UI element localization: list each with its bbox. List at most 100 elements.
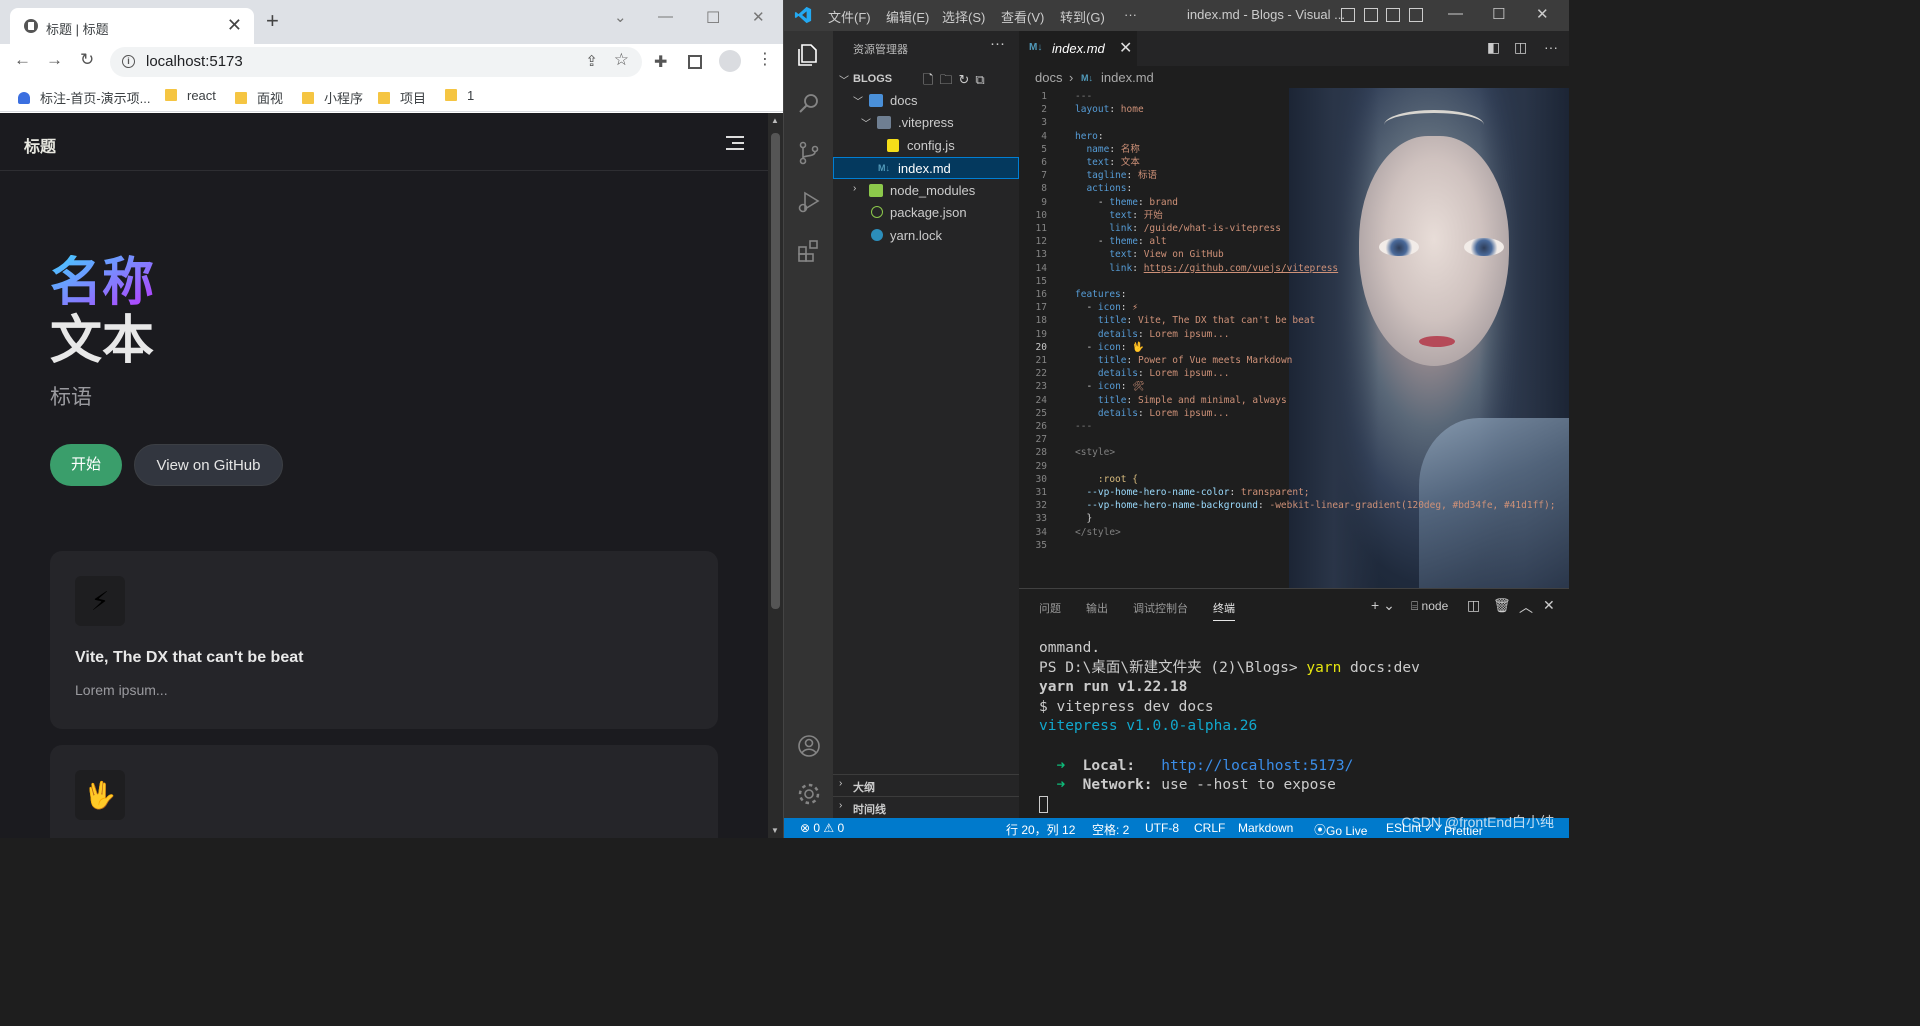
line-number: 35	[1035, 539, 1047, 551]
end-of-line[interactable]: CRLF	[1194, 821, 1225, 835]
tree-folder-vitepress[interactable]: ﹀ .vitepress	[833, 112, 1019, 134]
folder-open-icon	[877, 116, 891, 129]
close-panel-icon[interactable]: ✕	[1543, 597, 1555, 614]
new-tab-button[interactable]: +	[266, 8, 279, 34]
terminal-output[interactable]: ommand. PS D:\桌面\新建文件夹 (2)\Blogs> yarn d…	[1039, 639, 1420, 816]
split-terminal-icon[interactable]: ◫	[1467, 597, 1480, 614]
extensions-puzzle-icon[interactable]: ✚	[654, 52, 667, 72]
profile-avatar-icon[interactable]	[719, 50, 741, 72]
folder-icon	[869, 184, 883, 197]
tab-debug-console[interactable]: 调试控制台	[1133, 600, 1188, 616]
close-tab-icon[interactable]: ✕	[1119, 38, 1132, 58]
menu-more[interactable]: ···	[1124, 7, 1137, 22]
menu-file[interactable]: 文件(F)	[828, 7, 871, 26]
toggle-panel-icon[interactable]	[1364, 8, 1378, 22]
close-tab-icon[interactable]: ✕	[227, 15, 242, 36]
run-debug-icon[interactable]	[796, 189, 822, 215]
share-icon[interactable]: ⇪	[585, 52, 598, 70]
local-url-link[interactable]: http://localhost:5173/	[1161, 758, 1353, 774]
tree-file-config[interactable]: config.js	[833, 135, 1019, 157]
address-bar[interactable]: i localhost:5173 ⇪ ☆	[110, 47, 642, 77]
site-title[interactable]: 标题	[24, 133, 56, 157]
tab-search-icon[interactable]: ⌄	[614, 8, 627, 26]
extensions-icon[interactable]	[796, 238, 822, 264]
outline-section[interactable]: › 大纲	[833, 774, 1019, 796]
terminal-shell-dropdown[interactable]: ⌸ node	[1411, 599, 1448, 614]
browser-tab[interactable]: 标题 | 标题 ✕	[10, 8, 254, 44]
menu-edit[interactable]: 编辑(E)	[886, 7, 929, 26]
minimize-button[interactable]: —	[1448, 5, 1463, 22]
bookmark-folder[interactable]: 小程序	[302, 88, 363, 107]
maximize-panel-icon[interactable]: ︿	[1519, 597, 1533, 617]
line-number: 7	[1041, 170, 1047, 182]
editor-more-icon[interactable]: ···	[1544, 39, 1558, 55]
menu-go[interactable]: 转到(G)	[1060, 7, 1105, 26]
side-panel-icon[interactable]	[688, 55, 702, 69]
timeline-section[interactable]: › 时间线	[833, 796, 1019, 818]
maximize-button[interactable]: ☐	[706, 8, 720, 28]
encoding[interactable]: UTF-8	[1145, 821, 1179, 835]
line-number: 11	[1035, 223, 1047, 234]
bookmark-folder[interactable]: 项目	[378, 88, 426, 107]
menu-kebab-icon[interactable]: ⋮	[757, 49, 773, 69]
tree-folder-node-modules[interactable]: › node_modules	[833, 180, 1019, 202]
search-icon[interactable]	[796, 91, 822, 117]
new-terminal-icon[interactable]: + ⌄	[1371, 597, 1395, 614]
tree-folder-docs[interactable]: ﹀ docs	[833, 90, 1019, 112]
source-control-icon[interactable]	[796, 140, 822, 166]
language-mode[interactable]: Markdown	[1238, 821, 1293, 835]
view-on-github-button[interactable]: View on GitHub	[134, 444, 283, 486]
workspace-section-header[interactable]: ﹀ BLOGS 🗋🗀↻⧉	[833, 69, 1019, 91]
bookmark-star-icon[interactable]: ☆	[614, 50, 629, 70]
back-button[interactable]: ←	[14, 50, 31, 70]
go-live-button[interactable]: ⦿ Go Live	[1314, 821, 1367, 838]
customize-layout-icon[interactable]	[1409, 8, 1423, 22]
code-line: - icon: 🖖	[1086, 341, 1145, 353]
tree-file-yarn[interactable]: yarn.lock	[833, 225, 1019, 247]
start-button[interactable]: 开始	[50, 444, 122, 486]
editor-tab-index[interactable]: M↓ index.md ✕	[1019, 31, 1137, 66]
reload-button[interactable]: ↻	[80, 50, 94, 70]
accounts-icon[interactable]	[796, 733, 822, 759]
toggle-sidebar-icon[interactable]	[1341, 8, 1355, 22]
forward-button[interactable]: →	[46, 50, 63, 70]
scroll-up-icon[interactable]: ▲	[771, 116, 779, 125]
tree-file-package[interactable]: package.json	[833, 202, 1019, 224]
scroll-down-icon[interactable]: ▼	[771, 826, 779, 835]
bookmark-item[interactable]: 标注-首页-演示项...	[18, 88, 151, 107]
explorer-sidebar: 资源管理器 ··· ﹀ BLOGS 🗋🗀↻⧉ ﹀ docs ﹀ .vitepre…	[833, 31, 1019, 818]
menu-view[interactable]: 查看(V)	[1001, 7, 1044, 26]
cursor-position[interactable]: 行 20，列 12	[1006, 821, 1075, 838]
toggle-secondary-sidebar-icon[interactable]	[1386, 8, 1400, 22]
kill-terminal-icon[interactable]: 🗑	[1493, 597, 1511, 614]
code-editor[interactable]: 1 --- 2 layout: home 3 4 hero: 5 name: 名称 6 text…	[1019, 88, 1569, 588]
scrollbar-thumb[interactable]	[771, 133, 780, 609]
breadcrumb-docs[interactable]: docs	[1035, 70, 1062, 85]
site-info-icon[interactable]: i	[122, 55, 135, 68]
page-scrollbar[interactable]: ▲ ▼	[768, 113, 783, 838]
code-line: - theme: brand	[1097, 196, 1179, 208]
tab-output[interactable]: 输出	[1086, 600, 1108, 616]
folder-open-icon	[869, 94, 883, 107]
bookmark-folder[interactable]: react	[165, 88, 216, 103]
split-editor-icon[interactable]: ◫	[1514, 39, 1527, 56]
settings-gear-icon[interactable]	[796, 781, 822, 807]
menu-selection[interactable]: 选择(S)	[942, 7, 985, 26]
more-actions-icon[interactable]: ···	[990, 35, 1005, 52]
open-preview-icon[interactable]: ◧	[1487, 39, 1500, 56]
tab-problems[interactable]: 问题	[1039, 600, 1061, 616]
breadcrumb-file[interactable]: index.md	[1101, 70, 1154, 85]
maximize-button[interactable]: ☐	[1492, 5, 1505, 23]
tab-terminal[interactable]: 终端	[1213, 600, 1235, 621]
tree-file-index[interactable]: M↓ index.md	[833, 157, 1019, 179]
code-line: name: 名称	[1086, 143, 1140, 155]
indentation[interactable]: 空格: 2	[1092, 821, 1129, 838]
bookmark-folder[interactable]: 面视	[235, 88, 283, 107]
close-window-button[interactable]: ✕	[752, 8, 765, 26]
bookmark-folder[interactable]: 1	[445, 88, 474, 103]
problems-count[interactable]: ⊗ 0 ⚠ 0	[800, 821, 844, 835]
close-window-button[interactable]: ✕	[1536, 5, 1549, 23]
explorer-icon[interactable]	[796, 42, 822, 68]
hamburger-menu-icon[interactable]	[726, 136, 744, 150]
minimize-button[interactable]: —	[658, 8, 673, 25]
